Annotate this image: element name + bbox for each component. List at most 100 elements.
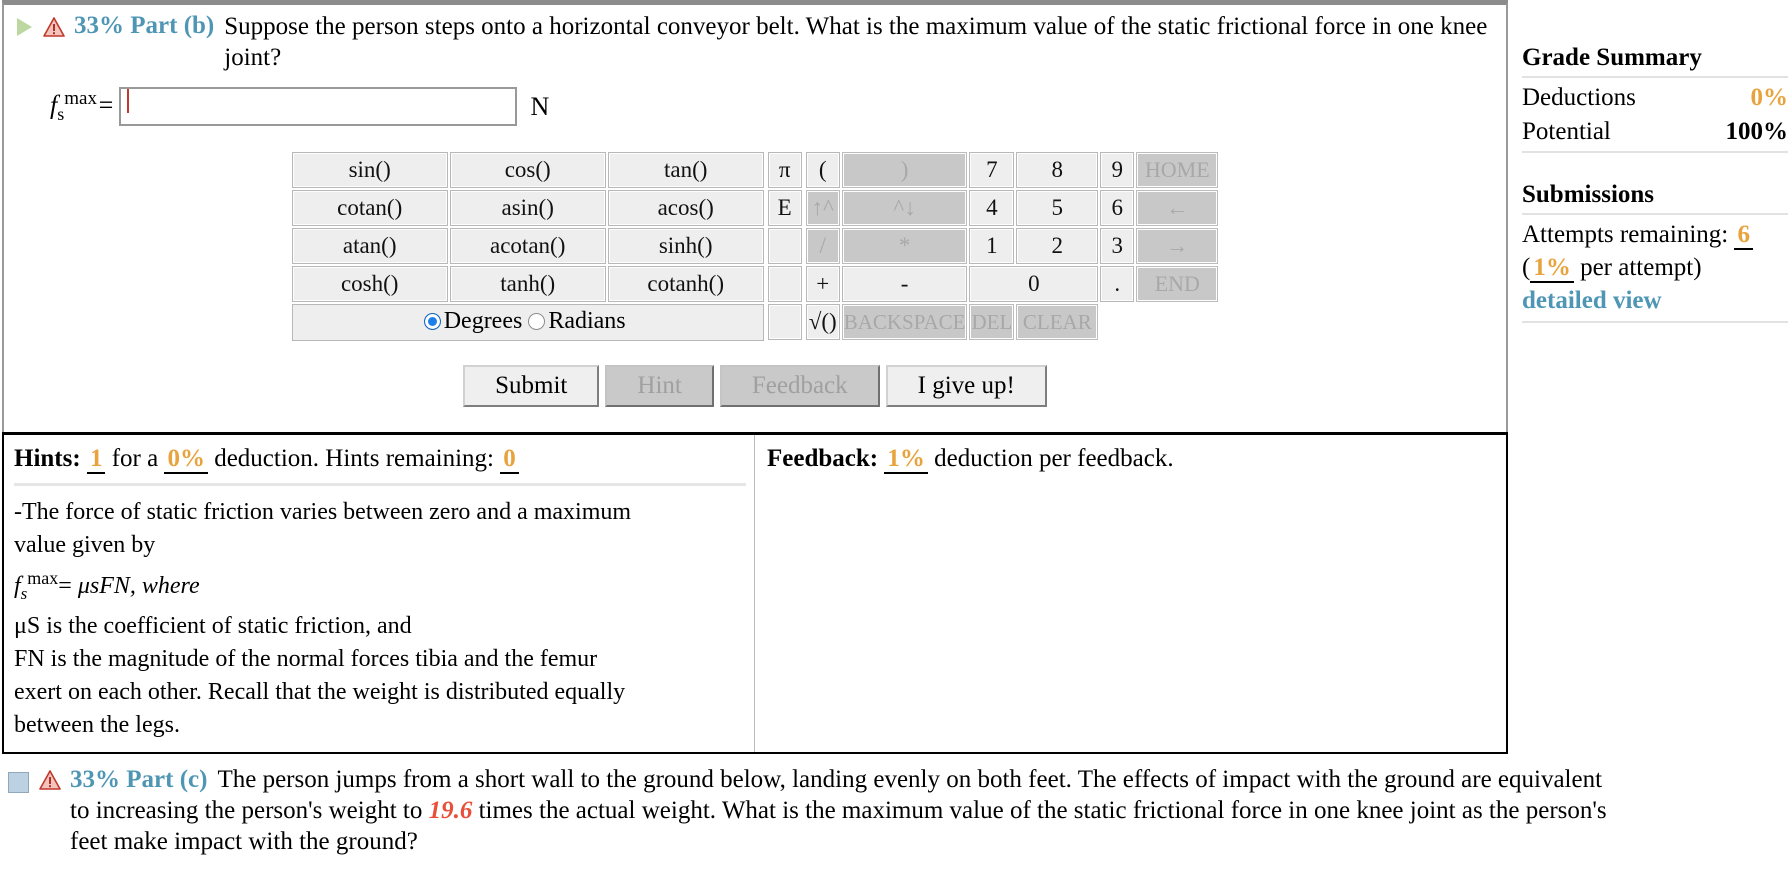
hints-pane: Hints: 1 for a 0% deduction. Hints remai… [4,435,755,752]
action-buttons: Submit Hint Feedback I give up! [4,365,1506,423]
per-attempt-pct: 1% [1530,254,1574,283]
per-attempt-text: per attempt) [1573,254,1702,281]
sidebar-bottom-divider [1522,321,1788,323]
answer-unit-label: N [530,91,550,121]
hint-formula-equals: = [58,573,72,599]
calc-key-backspace: BACKSPACE [841,304,968,340]
answer-input[interactable] [118,87,517,126]
calc-key-multiply: * [841,228,968,264]
calc-key-7[interactable]: 7 [969,152,1015,188]
calc-key-lparen[interactable]: ( [805,152,840,188]
calc-key-sinh[interactable]: sinh() [607,228,764,264]
hint-formula-sup: max [27,568,59,588]
calc-key-plus[interactable]: + [805,266,840,302]
text-caret [126,89,129,114]
calculator-keypad-row: / * 1 2 3 → [805,228,1219,264]
part-b-header: 33% Part (b) Suppose the person steps on… [4,5,1506,73]
hint-line-7: between the legs. [14,711,180,738]
calc-key-sin[interactable]: sin() [291,152,448,188]
answer-var-sup: max [64,88,97,110]
feedback-deduction-pct: 1% [884,445,928,474]
calculator-keypad-row: √() BACKSPACE DEL CLEAR [805,304,1219,340]
warning-triangle-icon [39,769,61,790]
calc-key-end: END [1136,266,1219,302]
calc-key-left-arrow: ← [1136,190,1219,226]
play-triangle-icon[interactable] [14,17,34,37]
part-b-panel: 33% Part (b) Suppose the person steps on… [2,2,1508,432]
calc-key-cotan[interactable]: cotan() [291,190,448,226]
hints-title-row: Hints: 1 for a 0% deduction. Hints remai… [14,443,746,475]
part-b-percent-label: 33% Part (b) [74,12,215,39]
submit-button[interactable]: Submit [463,365,600,407]
part-b-prompt: Suppose the person steps onto a horizont… [224,13,1488,71]
calculator-keypad-row: + -0. END [805,266,1219,302]
calc-key-asin[interactable]: asin() [449,190,606,226]
calc-key-pi[interactable]: π [767,152,802,188]
calc-key-E[interactable]: E [767,190,802,226]
submissions-divider [1522,213,1788,215]
grade-summary-title: Grade Summary [1522,44,1702,71]
hint-line-2: value given by [14,532,156,558]
radio-button-icon [528,313,546,330]
calc-key-8[interactable]: 8 [1016,152,1099,188]
grade-row-potential: Potential 100% [1522,115,1788,149]
calculator-function-row: cotan() asin() acos() [291,190,764,226]
grade-summary-bottom-divider [1522,151,1788,153]
calc-key-divide: / [805,228,840,264]
calc-key-9[interactable]: 9 [1100,152,1135,188]
calc-key-cosh[interactable]: cosh() [291,266,448,302]
calc-key-decimal[interactable]: . [1100,266,1135,302]
feedback-label: Feedback: [767,445,879,472]
calc-key-minus[interactable]: - [841,266,968,302]
feedback-button: Feedback [719,365,880,407]
part-c-header: 33% Part (c) The person jumps from a shor… [2,760,1622,857]
grade-summary-sidebar: Grade Summary Deductions 0% Potential 10… [1522,42,1788,323]
detailed-view-link[interactable]: detailed view [1522,284,1662,317]
calc-key-acotan[interactable]: acotan() [449,228,606,264]
calc-key-tan[interactable]: tan() [607,152,764,188]
feedback-body [767,475,1498,690]
hints-for-a: for a [111,445,159,472]
radio-radians[interactable]: Radians [528,308,631,334]
calc-key-1[interactable]: 1 [969,228,1015,264]
calc-key-acos[interactable]: acos() [607,190,764,226]
part-b-answer-row: fsmax= N [4,73,1506,132]
square-checkbox-icon[interactable] [8,771,29,793]
calc-key-3[interactable]: 3 [1100,228,1135,264]
give-up-button[interactable]: I give up! [885,365,1047,407]
radio-button-icon [423,313,441,330]
calculator-keypad: () 7 8 9 HOME ↑^ ^↓ 4 5 6 ← / * 1 2 3 → + -0. END √() BACKSPA… [803,150,1221,342]
calc-key-5[interactable]: 5 [1016,190,1099,226]
hints-label: Hints: [14,445,81,472]
calc-key-blank [767,266,802,302]
hints-count: 1 [86,445,106,474]
hint-formula-f: f [14,573,21,599]
calc-key-atan[interactable]: atan() [291,228,448,264]
calc-key-6[interactable]: 6 [1100,190,1135,226]
calc-key-del: DEL [969,304,1015,340]
deductions-value: 0% [1750,84,1789,111]
hints-remaining: 0 [500,445,519,474]
calc-key-sub-arrow: ^↓ [841,190,968,226]
radio-degrees[interactable]: Degrees [423,308,529,334]
calc-key-home: HOME [1136,152,1219,188]
calc-key-sqrt[interactable]: √() [805,304,840,340]
part-c-percent-label: 33% Part (c) [70,765,208,793]
calc-key-tanh[interactable]: tanh() [449,266,606,302]
radio-label-degrees: Degrees [443,308,523,334]
part-c-panel: 33% Part (c) The person jumps from a shor… [2,760,1622,857]
calc-key-4[interactable]: 4 [969,190,1015,226]
attempts-remaining-row: Attempts remaining: 6 [1522,218,1788,251]
calc-key-cos[interactable]: cos() [449,152,606,188]
part-c-value: 19.6 [428,796,473,824]
calculator: sin() cos() tan() cotan() asin() acos() atan()… [4,150,1506,343]
hint-formula: fsmax= μsFN, where [14,562,746,610]
hints-body: -The force of static friction varies bet… [14,496,746,742]
calc-key-right-arrow: → [1136,228,1219,264]
calc-key-0[interactable]: 0 [969,266,1099,302]
calc-key-cotanh[interactable]: cotanh() [607,266,764,302]
potential-value: 100% [1725,118,1789,145]
grade-row-deductions: Deductions 0% [1522,81,1788,115]
radio-label-radians: Radians [548,308,626,334]
calc-key-2[interactable]: 2 [1016,228,1099,264]
